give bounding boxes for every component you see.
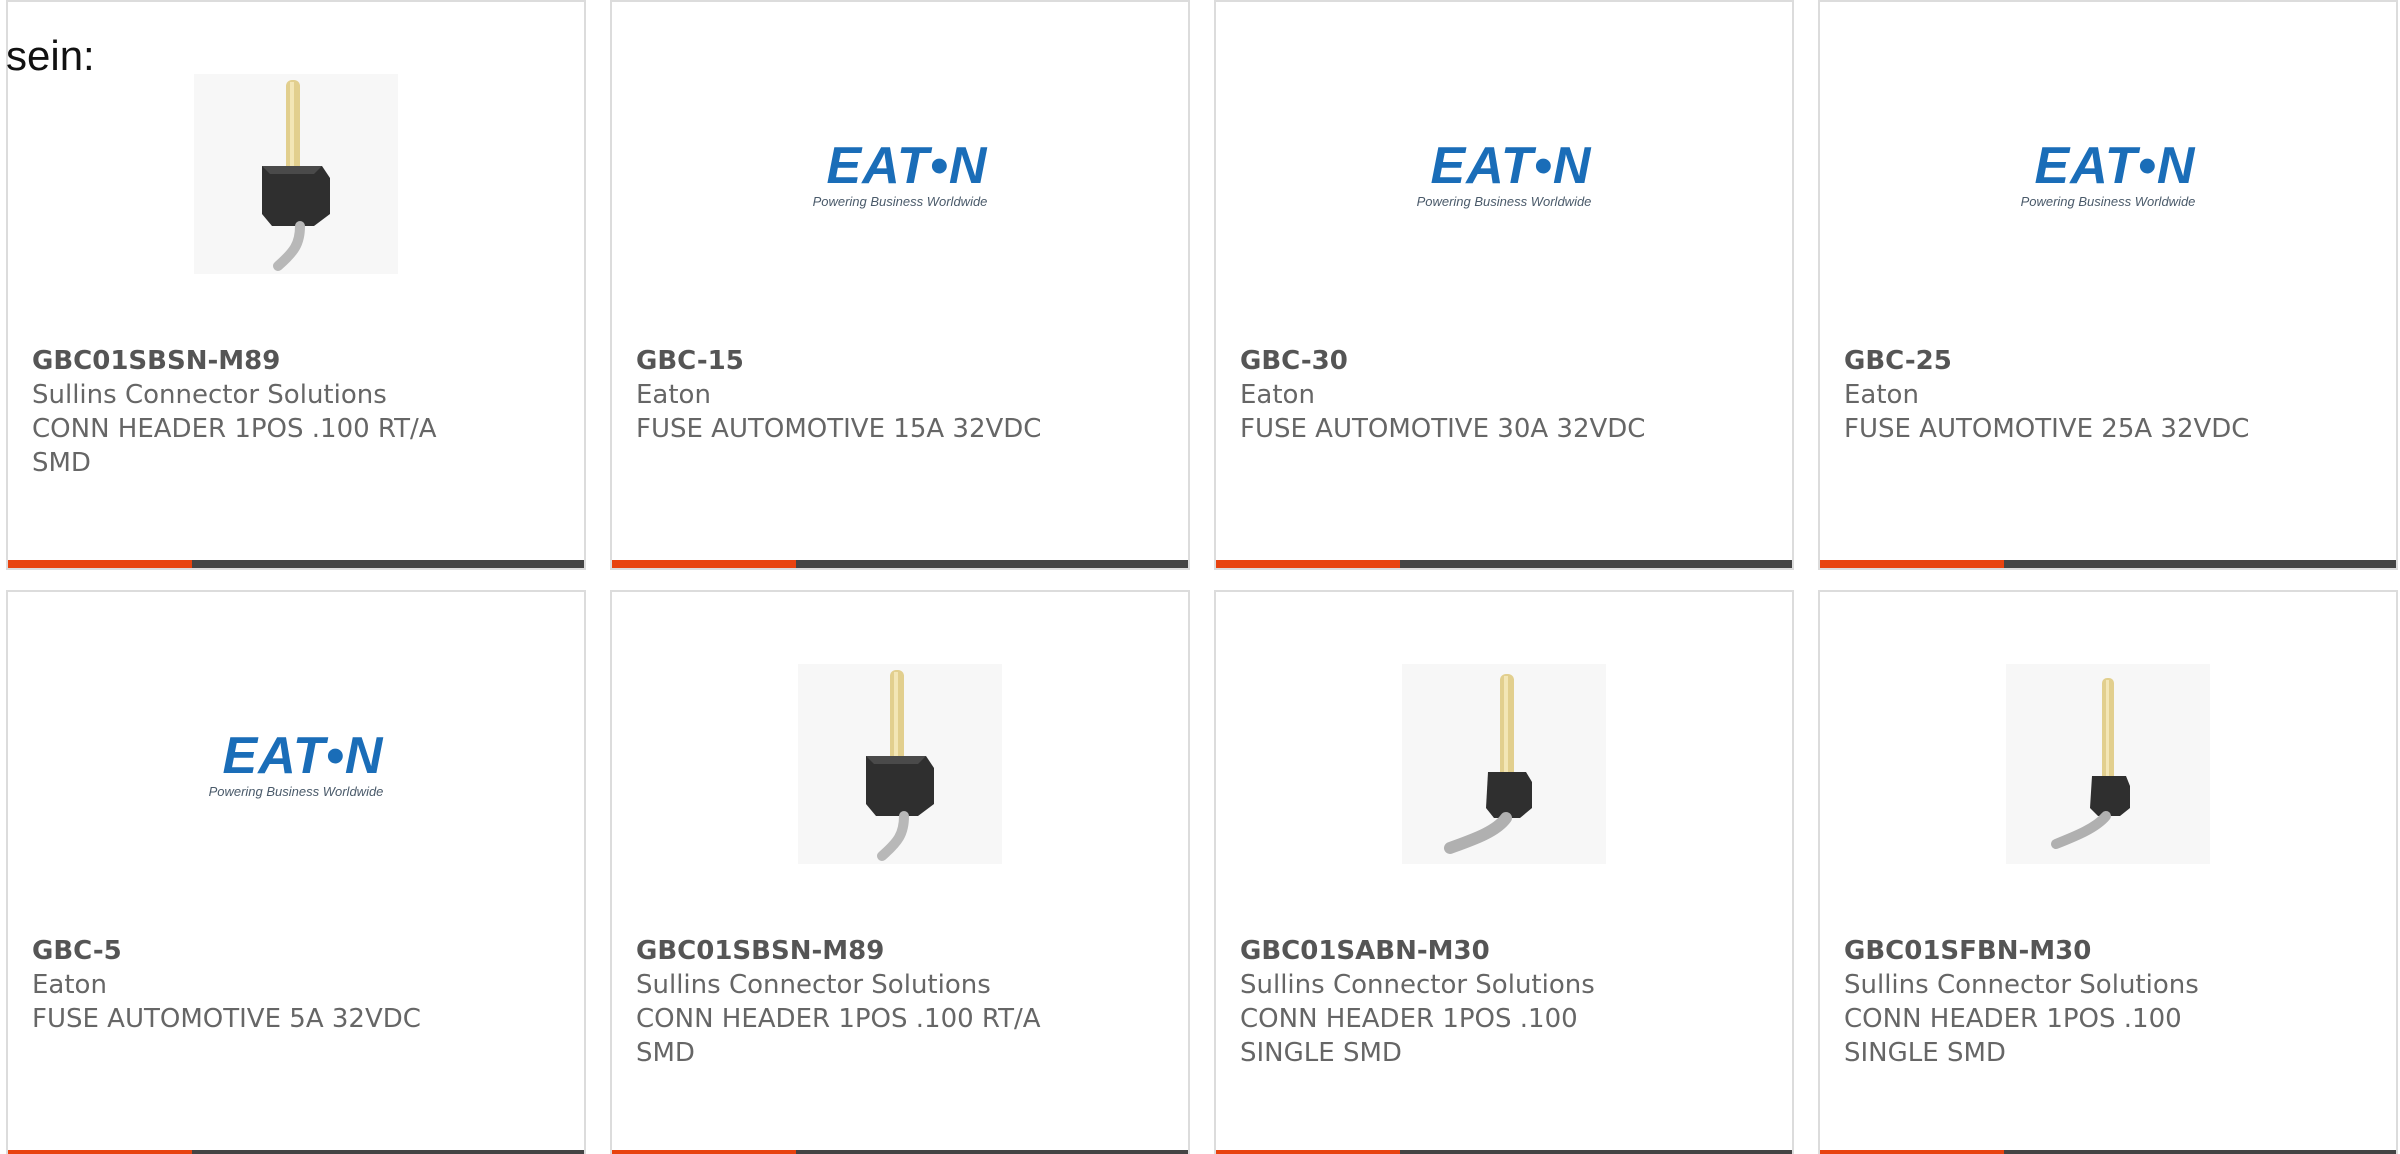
manufacturer-name: Sullins Connector Solutions bbox=[32, 380, 387, 410]
product-image[interactable] bbox=[2006, 664, 2210, 864]
eaton-logo-word: EAT•N bbox=[2034, 136, 2196, 195]
manufacturer-name: Eaton bbox=[1844, 380, 1919, 410]
product-image[interactable]: EAT•N Powering Business Worldwide bbox=[1402, 74, 1606, 274]
product-image[interactable]: EAT•N Powering Business Worldwide bbox=[194, 664, 398, 864]
manufacturer-name: Eaton bbox=[32, 970, 107, 1000]
product-description: CONN HEADER 1POS .100 SINGLE SMD bbox=[1240, 1004, 1578, 1068]
accent-segment bbox=[1820, 560, 2004, 568]
eaton-logo-tagline: Powering Business Worldwide bbox=[2020, 193, 2196, 209]
part-number-link[interactable]: GBC-25 bbox=[1844, 344, 2284, 378]
product-description: CONN HEADER 1POS .100 SINGLE SMD bbox=[1844, 1004, 2182, 1068]
connector-header-angled-icon bbox=[1402, 664, 1606, 864]
product-card[interactable]: EAT•N Powering Business Worldwide GBC-30… bbox=[1214, 0, 1794, 570]
manufacturer-name: Sullins Connector Solutions bbox=[1844, 970, 2199, 1000]
manufacturer-name: Eaton bbox=[1240, 380, 1315, 410]
manufacturer-name: Sullins Connector Solutions bbox=[1240, 970, 1595, 1000]
product-info: GBC-5 Eaton FUSE AUTOMOTIVE 5A 32VDC bbox=[32, 934, 472, 1036]
accent-segment bbox=[1820, 1150, 2004, 1154]
eaton-logo-icon: EAT•N Powering Business Worldwide bbox=[209, 730, 384, 799]
product-description: FUSE AUTOMOTIVE 5A 32VDC bbox=[32, 1004, 421, 1034]
product-image[interactable] bbox=[194, 74, 398, 274]
product-info: GBC01SABN-M30 Sullins Connector Solution… bbox=[1240, 934, 1680, 1070]
part-number-link[interactable]: GBC01SABN-M30 bbox=[1240, 934, 1680, 968]
intro-text: sein: bbox=[6, 32, 95, 79]
connector-header-icon bbox=[194, 74, 398, 274]
manufacturer-name: Eaton bbox=[636, 380, 711, 410]
accent-segment bbox=[8, 560, 192, 568]
product-description: FUSE AUTOMOTIVE 25A 32VDC bbox=[1844, 414, 2250, 444]
eaton-logo-tagline: Powering Business Worldwide bbox=[812, 193, 988, 209]
product-card[interactable]: EAT•N Powering Business Worldwide GBC-25… bbox=[1818, 0, 2398, 570]
eaton-logo-tagline: Powering Business Worldwide bbox=[1416, 193, 1592, 209]
card-accent-bar bbox=[8, 560, 584, 568]
card-accent-bar bbox=[1820, 1150, 2396, 1154]
eaton-logo-icon: EAT•N Powering Business Worldwide bbox=[2021, 140, 2196, 209]
product-image[interactable] bbox=[798, 664, 1002, 864]
part-number-link[interactable]: GBC-30 bbox=[1240, 344, 1680, 378]
product-description: FUSE AUTOMOTIVE 30A 32VDC bbox=[1240, 414, 1646, 444]
product-description: FUSE AUTOMOTIVE 15A 32VDC bbox=[636, 414, 1042, 444]
product-image[interactable] bbox=[1402, 664, 1606, 864]
product-card[interactable]: GBC01SABN-M30 Sullins Connector Solution… bbox=[1214, 590, 1794, 1154]
product-info: GBC01SBSN-M89 Sullins Connector Solution… bbox=[636, 934, 1076, 1070]
part-number-link[interactable]: GBC01SFBN-M30 bbox=[1844, 934, 2284, 968]
accent-segment bbox=[1216, 1150, 1400, 1154]
accent-segment bbox=[1216, 560, 1400, 568]
part-number-link[interactable]: GBC01SBSN-M89 bbox=[636, 934, 1076, 968]
eaton-logo-tagline: Powering Business Worldwide bbox=[208, 783, 384, 799]
accent-segment bbox=[612, 1150, 796, 1154]
eaton-logo-word: EAT•N bbox=[222, 726, 384, 785]
connector-header-icon bbox=[798, 664, 1002, 864]
card-accent-bar bbox=[1820, 560, 2396, 568]
product-description: CONN HEADER 1POS .100 RT/A SMD bbox=[636, 1004, 1041, 1068]
part-number-link[interactable]: GBC01SBSN-M89 bbox=[32, 344, 472, 378]
card-accent-bar bbox=[612, 560, 1188, 568]
card-accent-bar bbox=[1216, 560, 1792, 568]
product-card[interactable]: EAT•N Powering Business Worldwide GBC-15… bbox=[610, 0, 1190, 570]
product-info: GBC-30 Eaton FUSE AUTOMOTIVE 30A 32VDC bbox=[1240, 344, 1680, 446]
card-accent-bar bbox=[612, 1150, 1188, 1154]
eaton-logo-word: EAT•N bbox=[826, 136, 988, 195]
product-image[interactable]: EAT•N Powering Business Worldwide bbox=[2006, 74, 2210, 274]
card-accent-bar bbox=[1216, 1150, 1792, 1154]
product-info: GBC-15 Eaton FUSE AUTOMOTIVE 15A 32VDC bbox=[636, 344, 1076, 446]
accent-segment bbox=[8, 1150, 192, 1154]
product-info: GBC-25 Eaton FUSE AUTOMOTIVE 25A 32VDC bbox=[1844, 344, 2284, 446]
eaton-logo-icon: EAT•N Powering Business Worldwide bbox=[813, 140, 988, 209]
product-results-page: sein: GBC01SBSN-M89 Sullins Connector So… bbox=[0, 0, 2400, 1154]
card-accent-bar bbox=[8, 1150, 584, 1154]
product-image[interactable]: EAT•N Powering Business Worldwide bbox=[798, 74, 1002, 274]
product-card[interactable]: GBC01SBSN-M89 Sullins Connector Solution… bbox=[610, 590, 1190, 1154]
product-info: GBC01SFBN-M30 Sullins Connector Solution… bbox=[1844, 934, 2284, 1070]
part-number-link[interactable]: GBC-5 bbox=[32, 934, 472, 968]
eaton-logo-icon: EAT•N Powering Business Worldwide bbox=[1417, 140, 1592, 209]
product-card[interactable]: GBC01SFBN-M30 Sullins Connector Solution… bbox=[1818, 590, 2398, 1154]
product-info: GBC01SBSN-M89 Sullins Connector Solution… bbox=[32, 344, 472, 480]
product-card[interactable]: EAT•N Powering Business Worldwide GBC-5 … bbox=[6, 590, 586, 1154]
product-description: CONN HEADER 1POS .100 RT/A SMD bbox=[32, 414, 437, 478]
connector-header-angled-icon bbox=[2006, 664, 2210, 864]
accent-segment bbox=[612, 560, 796, 568]
eaton-logo-word: EAT•N bbox=[1430, 136, 1592, 195]
product-card[interactable]: GBC01SBSN-M89 Sullins Connector Solution… bbox=[6, 0, 586, 570]
manufacturer-name: Sullins Connector Solutions bbox=[636, 970, 991, 1000]
part-number-link[interactable]: GBC-15 bbox=[636, 344, 1076, 378]
